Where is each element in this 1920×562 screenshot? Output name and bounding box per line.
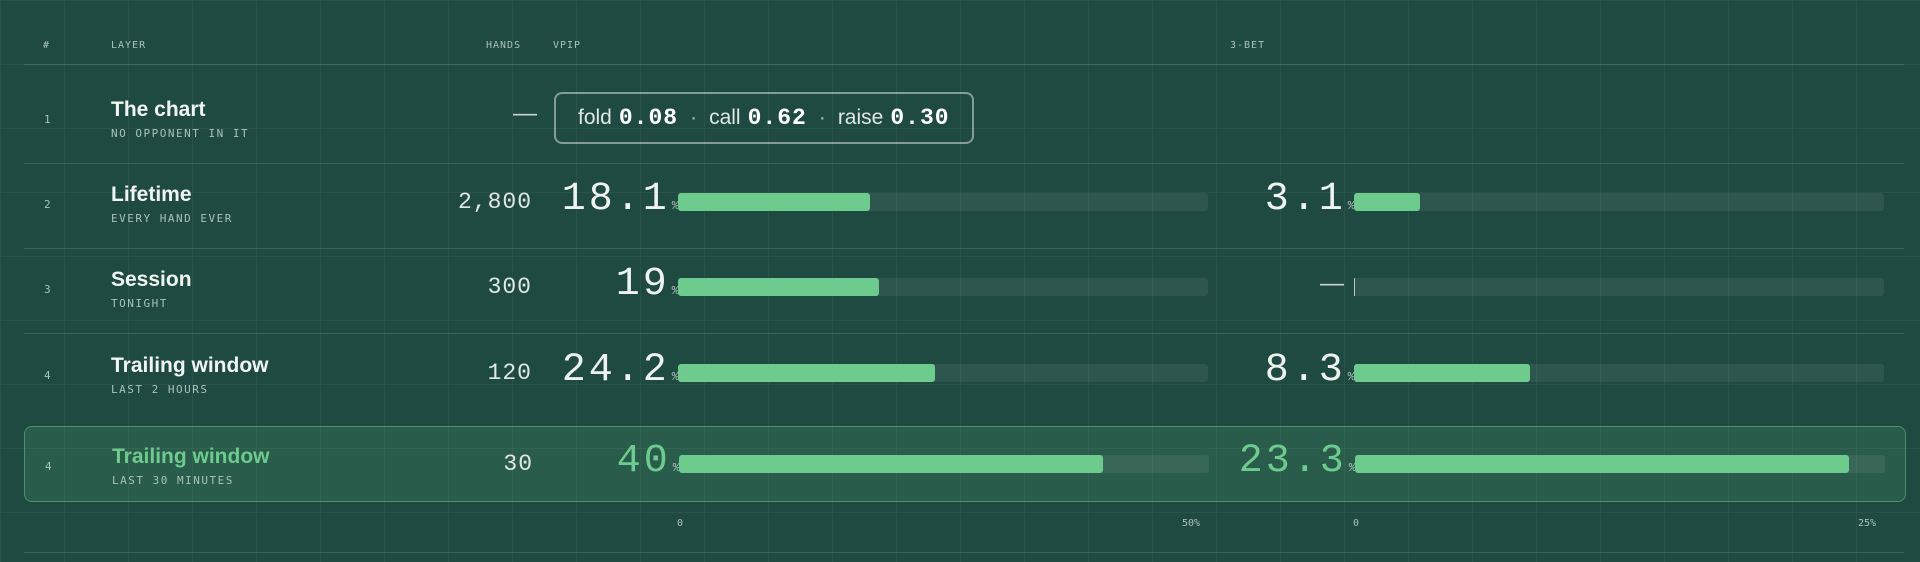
threebet-bar-fill: [1355, 455, 1849, 473]
row-number: 4: [44, 369, 51, 382]
threebet-number: 23.3: [1238, 439, 1347, 484]
vpip-number: 18.1: [561, 177, 670, 222]
separator: ·: [818, 106, 826, 129]
hands-value: 2,800: [457, 189, 532, 215]
threebet-axis-min: 0: [1353, 518, 1360, 529]
layer-subtitle: NO OPPONENT IN IT: [111, 127, 250, 140]
layer-subtitle: LAST 30 MINUTES: [112, 474, 234, 487]
threebet-value: 3.1%: [1265, 177, 1355, 222]
vpip-bar-track: [679, 455, 1209, 473]
vpip-axis-max: 50%: [1182, 518, 1201, 529]
table-row[interactable]: 4 Trailing window LAST 2 HOURS 120 24.2% 8.3%: [24, 336, 1904, 410]
threebet-bar-track: [1354, 278, 1884, 296]
threebet-bar-track: [1354, 193, 1884, 211]
vpip-bar-track: [678, 278, 1208, 296]
vpip-bar-fill: [678, 278, 880, 296]
action-frequency-chip: fold 0.08 · call 0.62 · raise 0.30: [554, 92, 974, 144]
col-header-layer: LAYER: [111, 40, 147, 51]
col-header-3bet: 3-BET: [1230, 40, 1266, 51]
row-number: 1: [44, 113, 51, 126]
col-header-hands: HANDS: [486, 40, 522, 51]
header-divider: [24, 64, 1904, 65]
vpip-bar-track: [678, 364, 1208, 382]
threebet-number: 8.3: [1264, 348, 1346, 393]
threebet-value: 23.3%: [1239, 439, 1356, 484]
call-label: call: [709, 106, 741, 129]
separator: ·: [690, 106, 698, 129]
raise-value: 0.30: [890, 105, 950, 131]
vpip-number: 24.2: [561, 348, 670, 393]
threebet-bar-fill: [1354, 364, 1530, 382]
hands-value: 30: [503, 451, 533, 477]
row-number: 2: [44, 198, 51, 211]
row-number: 4: [45, 460, 52, 473]
row-divider: [24, 248, 1904, 249]
fold-label: fold: [578, 106, 612, 129]
threebet-bar-fill: [1354, 193, 1420, 211]
threebet-number: 3.1: [1264, 177, 1346, 222]
layer-subtitle: TONIGHT: [111, 297, 168, 310]
footer-divider: [24, 552, 1904, 553]
vpip-value: 24.2%: [562, 348, 679, 393]
vpip-value: 40%: [617, 439, 680, 484]
threebet-bar-track: [1354, 364, 1884, 382]
table-row[interactable]: 3 Session TONIGHT 300 19% —: [24, 250, 1904, 324]
threebet-axis-max: 25%: [1858, 518, 1877, 529]
layer-name: Lifetime: [111, 183, 192, 206]
table-row-chart[interactable]: 1 The chart NO OPPONENT IN IT — fold 0.0…: [24, 80, 1904, 154]
vpip-value: 19%: [616, 262, 679, 307]
layer-name: Trailing window: [111, 354, 269, 377]
table-row[interactable]: 2 Lifetime EVERY HAND EVER 2,800 18.1% 3.1%: [24, 165, 1904, 239]
threebet-bar-track: [1355, 455, 1885, 473]
vpip-number: 40: [616, 439, 671, 484]
layer-name: Trailing window: [112, 445, 270, 468]
table-header: # LAYER HANDS VPIP 3-BET: [0, 0, 1920, 64]
hands-value: 300: [487, 274, 532, 300]
vpip-bar-fill: [678, 364, 935, 382]
call-value: 0.62: [747, 105, 807, 131]
row-divider: [24, 333, 1904, 334]
vpip-bar-fill: [678, 193, 870, 211]
threebet-value: 8.3%: [1265, 348, 1355, 393]
hands-value: 120: [487, 360, 532, 386]
row-divider: [24, 163, 1904, 164]
layer-subtitle: LAST 2 HOURS: [111, 383, 209, 396]
row-number: 3: [44, 283, 51, 296]
table-row[interactable]: 4 Trailing window LAST 30 MINUTES 30 40% 23.3…: [24, 426, 1906, 502]
raise-label: raise: [837, 106, 884, 129]
threebet-value: —: [1320, 270, 1344, 297]
vpip-bar-fill: [679, 455, 1103, 473]
col-header-num: #: [43, 40, 51, 51]
hands-value: —: [513, 100, 537, 127]
vpip-value: 18.1%: [562, 177, 679, 222]
fold-value: 0.08: [618, 105, 679, 131]
vpip-number: 19: [615, 262, 670, 307]
vpip-axis-min: 0: [677, 518, 684, 529]
vpip-bar-track: [678, 193, 1208, 211]
layer-name: The chart: [111, 98, 206, 121]
layer-subtitle: EVERY HAND EVER: [111, 212, 233, 225]
col-header-vpip: VPIP: [553, 40, 582, 51]
threebet-zero-tick: [1354, 278, 1355, 296]
layer-name: Session: [111, 268, 192, 291]
